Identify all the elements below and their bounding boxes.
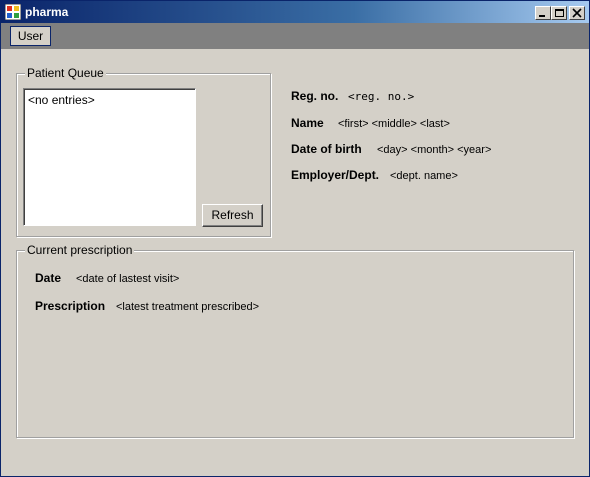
app-icon[interactable]: [4, 3, 22, 21]
reg-no-label: Reg. no.: [291, 89, 339, 103]
prescription-value: <latest treatment prescribed>: [116, 301, 260, 313]
main-window: pharma User Patient Queue <no entries> R…: [0, 0, 590, 477]
dob-value: <day> <month> <year>: [377, 144, 492, 156]
prescription-label: Prescription: [35, 299, 106, 313]
date-value: <date of lastest visit>: [76, 273, 180, 285]
patient-queue-label: Patient Queue: [25, 66, 106, 81]
name-value: <first> <middle> <last>: [338, 118, 450, 130]
list-item[interactable]: <no entries>: [28, 93, 95, 107]
minimize-icon: [539, 15, 545, 17]
maximize-icon: [555, 9, 564, 17]
menu-item-user[interactable]: User: [10, 26, 51, 46]
menu-bar: User: [1, 23, 589, 49]
close-icon: [572, 8, 582, 18]
current-prescription-label: Current prescription: [25, 243, 135, 258]
window-title: pharma: [25, 5, 69, 19]
dob-label: Date of birth: [291, 142, 362, 156]
employer-value: <dept. name>: [390, 170, 458, 182]
refresh-button[interactable]: Refresh: [202, 204, 263, 227]
date-label: Date: [35, 271, 62, 285]
minimize-button[interactable]: [535, 6, 551, 20]
employer-label: Employer/Dept.: [291, 168, 380, 182]
reg-no-value: <reg. no.>: [348, 90, 415, 103]
patient-queue-list[interactable]: <no entries>: [23, 88, 196, 226]
close-button[interactable]: [569, 6, 585, 20]
name-label: Name: [291, 116, 324, 130]
maximize-button[interactable]: [551, 6, 567, 20]
title-bar[interactable]: pharma: [1, 1, 589, 23]
